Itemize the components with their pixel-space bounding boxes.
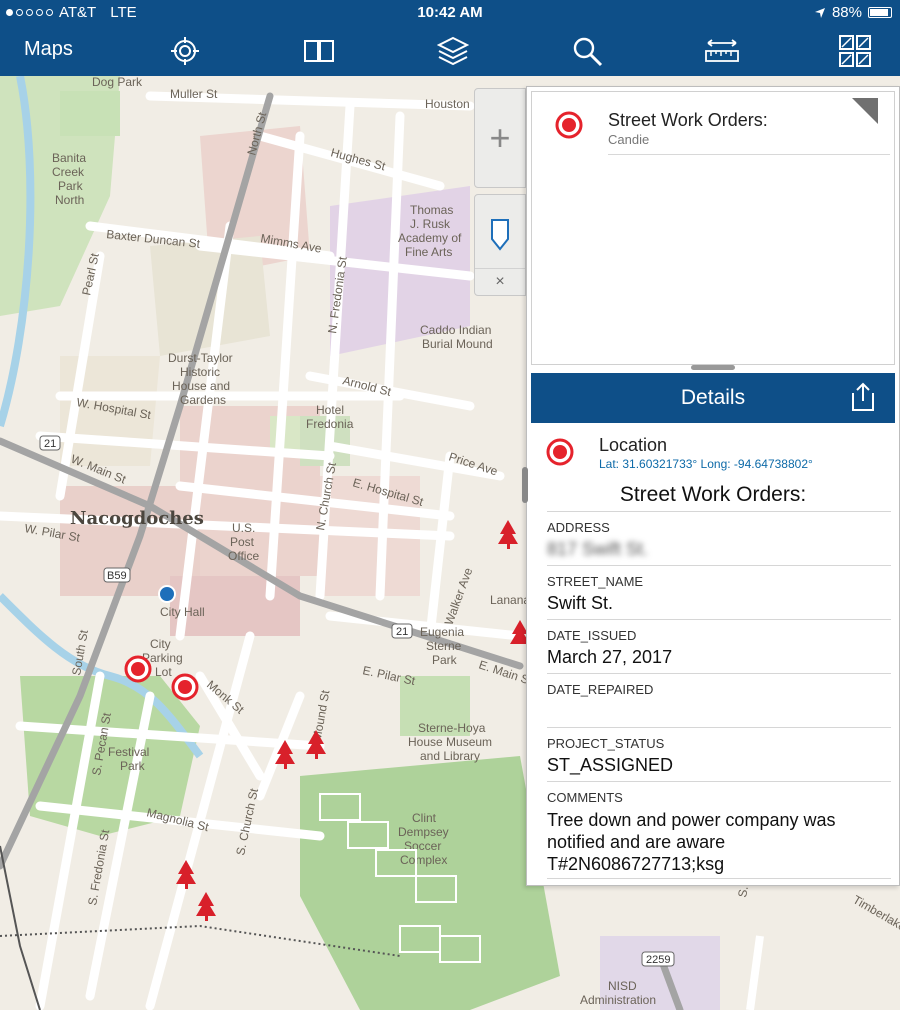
battery-icon	[868, 7, 892, 18]
map-label-nisd-2: Administration	[580, 993, 656, 1007]
field-key: DATE_ISSUED	[547, 628, 637, 643]
map-label-caddo-2: Burial Mound	[422, 337, 493, 351]
map-label-lanana: Lanana	[490, 593, 530, 607]
map-label-dog-park: Dog Park	[92, 76, 143, 89]
map-label-rusk-1: Thomas	[410, 203, 453, 217]
location-arrow-icon	[814, 7, 825, 18]
current-location-marker[interactable]	[158, 585, 176, 603]
field-project-status: PROJECT_STATUS ST_ASSIGNED	[547, 727, 891, 781]
popup-panel: Street Work Orders: Candie Details Locat…	[522, 86, 900, 886]
map-label-banita-2: Creek	[52, 165, 85, 179]
details-title: Details	[680, 386, 746, 409]
collapse-corner-icon[interactable]	[852, 98, 878, 124]
map-label-houston: Houston	[425, 97, 470, 111]
field-street-name: STREET_NAME Swift St.	[547, 565, 891, 619]
map-label-durst-1: Durst-Taylor	[168, 351, 233, 365]
status-right: 88%	[814, 4, 892, 21]
work-order-marker-selected[interactable]	[171, 673, 199, 701]
map-label-usps-2: Post	[230, 535, 255, 549]
map-label-festival-2: Park	[120, 759, 146, 773]
bookmarks-icon[interactable]	[302, 34, 336, 68]
app-toolbar: Maps	[0, 26, 900, 76]
work-order-marker[interactable]	[124, 655, 152, 683]
map-label-hotel-2: Fredonia	[306, 417, 354, 431]
map-label-durst-3: House and	[172, 379, 230, 393]
field-comments: COMMENTS Tree down and power company was…	[547, 781, 891, 879]
map-label-city-lot-1: City	[150, 637, 171, 651]
share-icon[interactable]	[849, 381, 877, 413]
map-label-banita-4: North	[55, 193, 84, 207]
measure-icon[interactable]	[704, 34, 740, 68]
location-label: Location	[599, 435, 668, 455]
map-label-rusk-4: Fine Arts	[405, 245, 452, 259]
map-label-usps-3: Office	[228, 549, 259, 563]
location-coords[interactable]: Lat: 31.60321733° Long: -94.64738802°	[599, 457, 813, 471]
location-marker-icon	[546, 438, 574, 466]
search-icon[interactable]	[570, 34, 604, 68]
layer-title: Street Work Orders:	[619, 483, 807, 506]
map-label-rusk-2: J. Rusk	[410, 217, 451, 231]
map-label-banita-3: Park	[58, 179, 84, 193]
map-label-sterne-3: and Library	[420, 749, 480, 763]
basemap-gallery-icon[interactable]	[838, 34, 872, 68]
attribute-list: ADDRESS 817 Swift St. STREET_NAME Swift …	[547, 511, 891, 879]
record-title[interactable]: Street Work Orders:	[608, 110, 768, 131]
map-label-sterne-1: Sterne-Hoya	[418, 721, 486, 735]
pin-icon[interactable]	[489, 217, 511, 251]
map-label-city-lot-3: Lot	[155, 665, 172, 679]
field-address: ADDRESS 817 Swift St.	[547, 511, 891, 565]
map-label-durst-4: Gardens	[180, 393, 226, 407]
field-value: March 27, 2017	[547, 647, 673, 667]
map-label-eugenia-3: Park	[432, 653, 458, 667]
map-label-city-hall: City Hall	[160, 605, 205, 619]
field-key: STREET_NAME	[547, 574, 644, 589]
map-label-clint-2: Dempsey	[398, 825, 449, 839]
map-label-caddo-1: Caddo Indian	[420, 323, 491, 337]
route-shield-b59: B59	[107, 570, 127, 582]
field-key: ADDRESS	[547, 520, 610, 535]
field-value-redacted: 817 Swift St.	[547, 539, 649, 559]
field-date-issued: DATE_ISSUED March 27, 2017	[547, 619, 891, 673]
status-bar: AT&T LTE 10:42 AM 88%	[0, 0, 900, 26]
layers-icon[interactable]	[436, 34, 470, 68]
record-list: Street Work Orders: Candie	[531, 91, 895, 365]
map-label-usps-1: U.S.	[232, 521, 255, 535]
details-header: Details	[531, 373, 895, 423]
field-value: Tree down and power company was notified…	[547, 810, 836, 874]
map-label-clint-4: Complex	[400, 853, 447, 867]
route-shield-2259: 2259	[646, 954, 670, 966]
field-key: PROJECT_STATUS	[547, 736, 665, 751]
battery-percent: 88%	[831, 4, 862, 21]
map-label-sterne-2: House Museum	[408, 735, 492, 749]
divider	[608, 154, 890, 155]
record-subtitle: Candie	[608, 132, 650, 147]
pin-tool[interactable]: ×	[474, 194, 526, 296]
map-label-muller: Muller St	[170, 87, 218, 101]
map-label-nisd-1: NISD	[608, 979, 637, 993]
map-label-rusk-3: Academy of	[398, 231, 462, 245]
close-pin-button[interactable]: ×	[475, 268, 525, 291]
drag-handle[interactable]	[691, 365, 735, 370]
map-label-clint-1: Clint	[412, 811, 437, 825]
route-shield-21b: 21	[396, 626, 408, 638]
locate-icon[interactable]	[168, 34, 202, 68]
maps-back-button[interactable]: Maps	[24, 38, 73, 61]
field-date-repaired: DATE_REPAIRED	[547, 673, 891, 727]
map-label-eugenia-2: Sterne	[426, 639, 462, 653]
map-label-festival-1: Festival	[108, 745, 149, 759]
map-label-nacogdoches: Nacogdoches	[70, 508, 204, 529]
route-shield-21a: 21	[44, 438, 56, 450]
record-marker-icon	[555, 111, 583, 139]
field-value: ST_ASSIGNED	[547, 755, 674, 775]
field-key: COMMENTS	[547, 790, 623, 805]
zoom-in-label: +	[489, 117, 511, 158]
map-label-hotel-1: Hotel	[316, 403, 344, 417]
map-label-banita-1: Banita	[52, 151, 86, 165]
zoom-in-button[interactable]: +	[474, 88, 526, 188]
map-label-durst-2: Historic	[180, 365, 220, 379]
clock: 10:42 AM	[417, 4, 483, 21]
field-value: Swift St.	[547, 593, 614, 613]
map-label-eugenia-1: Eugenia	[420, 625, 464, 639]
field-key: DATE_REPAIRED	[547, 682, 654, 697]
